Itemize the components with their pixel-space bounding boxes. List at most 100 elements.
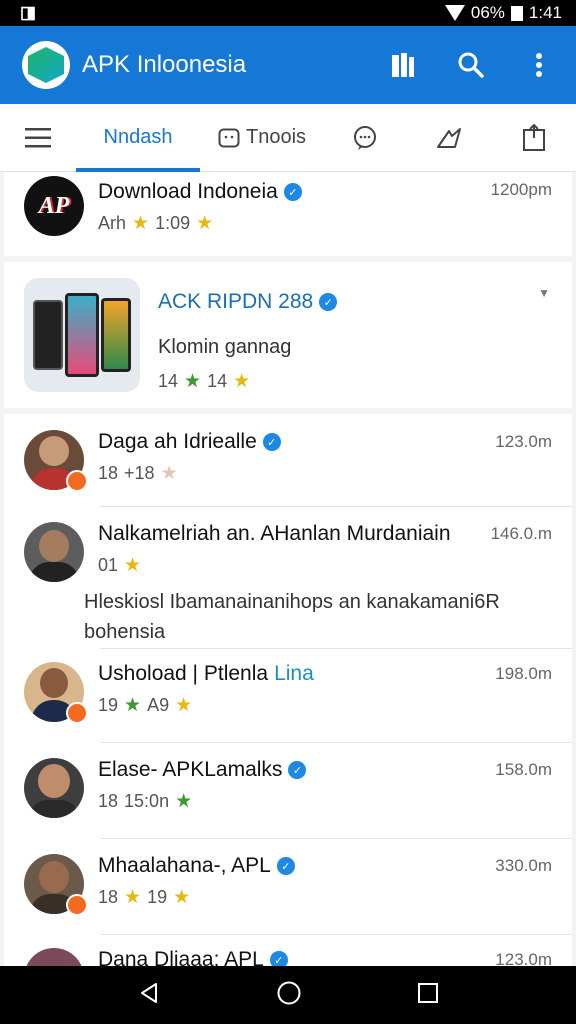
item-name: Download Indoneia xyxy=(98,180,278,203)
item-meta: 01 ★ xyxy=(98,554,552,577)
verified-icon: ✓ xyxy=(276,857,295,875)
item-sub-text: Arh xyxy=(98,213,127,233)
wifi-icon xyxy=(444,5,465,21)
recents-icon[interactable] xyxy=(417,982,439,1009)
star-icon: ★ xyxy=(175,791,193,812)
status-bar: ◨ 06% 1:41 xyxy=(0,0,576,26)
item-name: Elase- APKLamalks xyxy=(98,758,283,781)
item-rating: 19 xyxy=(98,695,119,715)
avatar xyxy=(24,662,88,724)
star-icon: ★ xyxy=(160,463,178,484)
item-rating-secondary: +18 xyxy=(124,463,155,483)
app-logo xyxy=(22,41,70,89)
avatar xyxy=(24,758,84,818)
item-title: Elase- APKLamalks ✓ xyxy=(98,758,552,782)
hamburger-menu-icon[interactable] xyxy=(0,104,76,172)
avatar xyxy=(24,522,84,582)
star-icon: ★ xyxy=(124,887,142,908)
avatar xyxy=(24,948,84,966)
avatar xyxy=(24,854,88,916)
item-time: 123.0m xyxy=(495,432,552,451)
item-rating: 01 xyxy=(98,555,119,575)
star-icon: ★ xyxy=(132,213,150,234)
item-title: Daga ah Idriealle ✓ xyxy=(98,430,552,454)
item-time: 158.0m xyxy=(495,760,552,779)
featured-item[interactable]: ACK RIPDN 288 ✓ Klomin gannag 14 ★ 14 ★ … xyxy=(4,262,572,408)
item-title: Ushoload | Ptlenla Lina xyxy=(98,662,552,686)
item-title: Download Indoneia ✓ xyxy=(98,180,552,204)
item-name-link[interactable]: Lina xyxy=(274,662,314,686)
list-item[interactable]: Elase- APKLamalks ✓ 18 15:0n ★ 158.0m xyxy=(4,758,572,818)
item-rating-secondary: 19 xyxy=(147,887,168,907)
tab-tools[interactable]: Tnoois xyxy=(200,104,324,172)
system-nav-bar xyxy=(0,966,576,1024)
app-title: APK Inloonesia xyxy=(82,51,247,78)
battery-percent: 06% xyxy=(470,3,505,22)
back-icon[interactable] xyxy=(137,981,161,1010)
star-icon: ★ xyxy=(124,695,142,716)
chevron-down-icon[interactable]: ▼ xyxy=(538,286,550,300)
feed-card: Daga ah Idriealle ✓ 18 +18 ★ 123.0m Nalk… xyxy=(4,414,572,966)
item-name: ACK RIPDN 288 xyxy=(158,290,314,313)
star-icon: ★ xyxy=(184,371,202,392)
feed-list: AP Download Indoneia ✓ Arh ★ 1:09 ★ 1200… xyxy=(0,172,576,966)
list-item[interactable]: Daga ah Idriealle ✓ 18 +18 ★ 123.0m xyxy=(4,430,572,492)
home-icon[interactable] xyxy=(276,980,302,1011)
item-rating: 18 xyxy=(98,463,119,483)
item-name: Ushoload | Ptlenla xyxy=(98,662,269,685)
app-bar: APK Inloonesia xyxy=(0,26,576,104)
list-item[interactable]: Ushoload | Ptlenla Lina 19 ★ A9 ★ 198.0m xyxy=(4,662,572,724)
item-title: Dana Dliaaa: APL ✓ xyxy=(98,948,552,966)
tools-icon xyxy=(218,128,240,147)
item-rating: 14 xyxy=(158,371,179,391)
avatar-initials: AP xyxy=(38,192,70,219)
item-name: Mhaalahana-, APL xyxy=(98,854,271,877)
list-item[interactable]: Mhaalahana-, APL ✓ 18 ★ 19 ★ 330.0m xyxy=(4,854,572,916)
list-item[interactable]: AP Download Indoneia ✓ Arh ★ 1:09 ★ 1200… xyxy=(4,172,572,256)
bookmark-icon[interactable] xyxy=(388,50,418,80)
star-icon: ★ xyxy=(124,555,142,576)
list-item[interactable]: Nalkamelriah an. AHanlan Murdaniain 01 ★… xyxy=(4,522,572,647)
item-rating: 18 xyxy=(98,791,119,811)
item-rating: 18 xyxy=(98,887,119,907)
badge-icon xyxy=(66,470,88,492)
item-time: 1200pm xyxy=(490,180,552,199)
item-meta: 18 ★ 19 ★ xyxy=(98,886,552,909)
item-name: Nalkamelriah an. AHanlan Murdaniain xyxy=(98,522,451,545)
chat-icon[interactable] xyxy=(324,104,406,172)
item-meta: 18 +18 ★ xyxy=(98,462,552,485)
tab-dashboard[interactable]: Nndash xyxy=(76,104,200,172)
badge-icon xyxy=(66,702,88,724)
list-item[interactable]: Dana Dliaaa: APL ✓ 123.0m xyxy=(4,948,572,966)
item-rating-secondary: 14 xyxy=(207,371,228,391)
tab-bar: Nndash Tnoois xyxy=(0,104,576,172)
item-time: 123.0m xyxy=(495,950,552,966)
tab-tools-label: Tnoois xyxy=(245,126,307,148)
share-icon[interactable] xyxy=(406,104,492,172)
item-meta: 19 ★ A9 ★ xyxy=(98,694,552,717)
overflow-menu-icon[interactable] xyxy=(524,50,554,80)
item-title: Mhaalahana-, APL ✓ xyxy=(98,854,552,878)
item-meta: 14 ★ 14 ★ xyxy=(158,370,552,393)
star-icon: ★ xyxy=(196,213,214,234)
verified-icon: ✓ xyxy=(262,433,281,451)
verified-icon: ✓ xyxy=(283,183,302,201)
verified-icon: ✓ xyxy=(319,293,338,311)
verified-icon: ✓ xyxy=(288,761,307,779)
clock: 1:41 xyxy=(528,3,562,22)
verified-icon: ✓ xyxy=(269,951,288,966)
item-rating-secondary: 15:0n xyxy=(124,791,170,811)
star-icon: ★ xyxy=(233,371,251,392)
tab-dashboard-label: Nndash xyxy=(103,126,173,148)
battery-icon xyxy=(510,5,523,21)
notification-icon: ◨ xyxy=(20,3,37,22)
search-icon[interactable] xyxy=(456,50,486,80)
item-name: Daga ah Idriealle xyxy=(98,430,257,453)
star-icon: ★ xyxy=(173,887,191,908)
item-time: 330.0m xyxy=(495,856,552,875)
item-rating-secondary: A9 xyxy=(147,695,170,715)
upload-icon[interactable] xyxy=(492,104,576,172)
badge-icon xyxy=(66,894,88,916)
avatar: AP xyxy=(24,176,84,236)
item-time: 146.0.m xyxy=(490,524,552,543)
